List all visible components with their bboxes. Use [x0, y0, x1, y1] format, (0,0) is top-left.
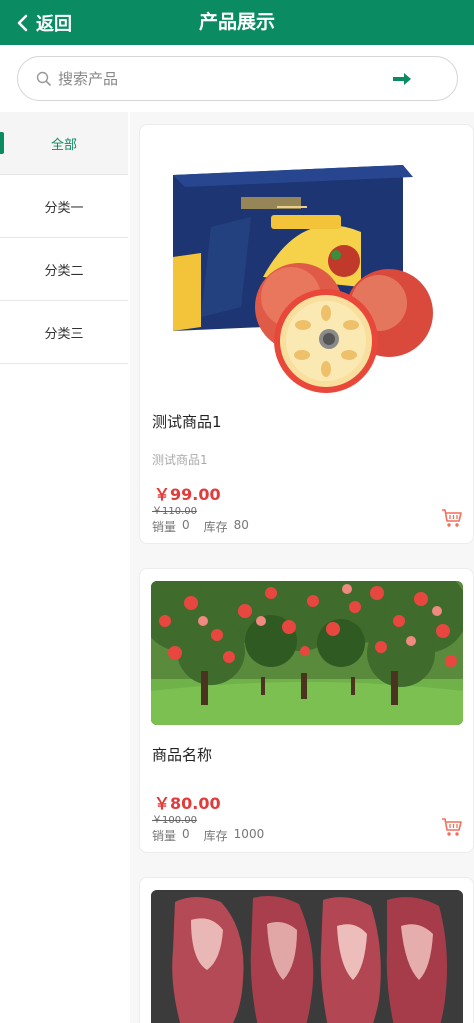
product-original-price: ￥100.00 [152, 815, 197, 826]
sidebar-item-category-2[interactable]: 分类二 [0, 238, 128, 301]
top-bar: 返回 产品展示 [0, 0, 474, 45]
stock-label: 库存 [203, 829, 228, 843]
cart-icon[interactable] [441, 507, 463, 529]
search-bar [17, 56, 458, 101]
sales-count: 0 [182, 827, 190, 841]
sales-label: 销量 [152, 829, 177, 843]
sidebar-item-all[interactable]: 全部 [0, 112, 128, 175]
sidebar-item-category-3[interactable]: 分类三 [0, 301, 128, 364]
product-card[interactable]: 测试商品1 测试商品1 ￥99.00 ￥110.00 销量 0 库存 80 [139, 124, 474, 544]
sidebar-item-label: 分类一 [44, 200, 84, 216]
product-list: 测试商品1 测试商品1 ￥99.00 ￥110.00 销量 0 库存 80 商品… [130, 112, 474, 1023]
product-card[interactable] [139, 877, 474, 1023]
product-image [151, 581, 463, 725]
product-name: 测试商品1 [152, 413, 222, 431]
stock-label: 库存 [203, 520, 228, 534]
sidebar-item-category-1[interactable]: 分类一 [0, 175, 128, 238]
sales-label: 销量 [152, 520, 177, 534]
search-input[interactable] [58, 69, 358, 88]
sidebar-item-label: 分类二 [44, 263, 84, 279]
category-sidebar: 全部 分类一 分类二 分类三 [0, 112, 128, 1023]
product-name: 商品名称 [152, 746, 213, 764]
product-image [151, 137, 463, 397]
search-submit-arrow-icon[interactable] [391, 69, 413, 89]
product-description: 测试商品1 [152, 453, 208, 467]
sales-count: 0 [182, 518, 190, 532]
cart-icon[interactable] [441, 816, 463, 838]
stock-count: 80 [233, 518, 249, 532]
sidebar-item-label: 全部 [50, 137, 77, 153]
product-original-price: ￥110.00 [152, 506, 197, 517]
search-icon [36, 71, 52, 87]
stock-count: 1000 [233, 827, 265, 841]
sidebar-item-label: 分类三 [44, 326, 84, 342]
product-meta: 销量 0 库存 80 [152, 518, 249, 535]
product-image [151, 890, 463, 1023]
product-card[interactable]: 商品名称 ￥80.00 ￥100.00 销量 0 库存 1000 [139, 568, 474, 853]
product-meta: 销量 0 库存 1000 [152, 827, 264, 844]
page-title: 产品展示 [198, 11, 275, 33]
